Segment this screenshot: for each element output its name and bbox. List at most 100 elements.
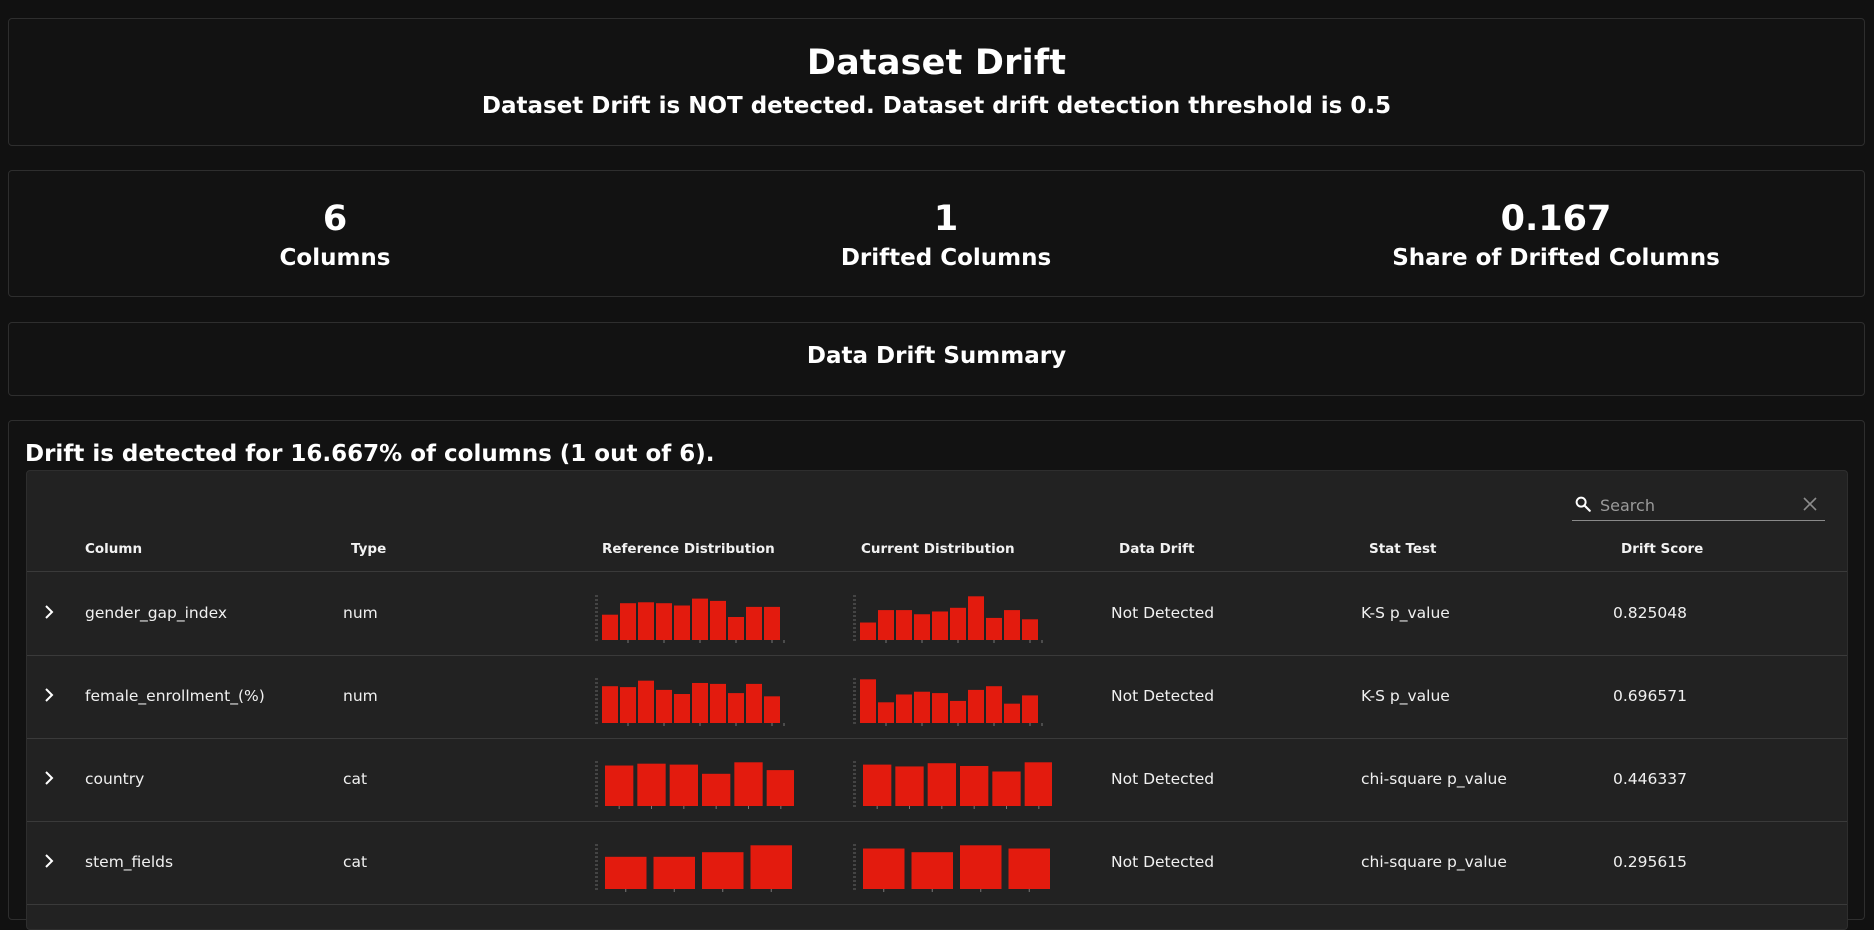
column-name: gender_gap_index xyxy=(85,604,228,622)
counter-drifted-columns: 1 Drifted Columns xyxy=(636,197,1256,274)
distribution-bar xyxy=(728,693,744,723)
table-header: Column Type Reference Distribution Curre… xyxy=(27,539,1847,572)
distribution-bar xyxy=(692,682,708,723)
distribution-bar xyxy=(1004,703,1020,723)
distribution-bar xyxy=(764,606,780,640)
chevron-right-icon[interactable] xyxy=(41,686,57,704)
distribution-bar xyxy=(863,764,892,806)
drift-table-panel: Drift is detected for 16.667% of columns… xyxy=(8,420,1865,930)
distribution-bar xyxy=(674,694,690,723)
counter-value: 0.167 xyxy=(1500,199,1612,239)
stat-test: K-S p_value xyxy=(1361,604,1450,622)
drift-score: 0.446337 xyxy=(1613,770,1687,788)
column-name: female_enrollment_(%) xyxy=(85,687,265,705)
distribution-bar xyxy=(1004,610,1020,640)
distribution-bar xyxy=(992,771,1021,806)
current-distribution-chart xyxy=(853,761,1052,809)
counter-value: 1 xyxy=(933,199,959,239)
header-column[interactable]: Column xyxy=(85,541,142,557)
distribution-bar xyxy=(602,614,618,640)
distribution-bar xyxy=(653,856,695,889)
distribution-bar xyxy=(878,610,894,640)
distribution-bar xyxy=(968,689,984,723)
distribution-bar xyxy=(638,602,654,640)
stat-test: K-S p_value xyxy=(1361,687,1450,705)
search-input[interactable] xyxy=(1600,493,1790,517)
counter-columns: 6 Columns xyxy=(25,197,645,274)
distribution-bar xyxy=(878,702,894,723)
reference-distribution-chart xyxy=(595,844,792,892)
distribution-bar xyxy=(746,683,762,723)
dataset-drift-title: Dataset Drift xyxy=(806,43,1067,83)
reference-distribution-chart xyxy=(595,761,794,809)
column-type: cat xyxy=(343,770,368,788)
close-icon[interactable] xyxy=(1803,497,1817,511)
drift-description: Drift is detected for 16.667% of columns… xyxy=(25,441,715,467)
reference-distribution-chart xyxy=(595,595,785,643)
distribution-bar xyxy=(728,617,744,640)
search-icon xyxy=(1575,496,1591,512)
header-type[interactable]: Type xyxy=(351,541,386,557)
reference-distribution-chart xyxy=(595,678,785,726)
distribution-bar xyxy=(674,605,690,640)
distribution-bar xyxy=(911,852,953,889)
table-row[interactable]: female_enrollment_(%) num Not Detected K… xyxy=(27,656,1847,739)
distribution-bar xyxy=(656,689,672,723)
distribution-bar xyxy=(863,848,905,889)
header-reference-distribution[interactable]: Reference Distribution xyxy=(602,541,775,557)
stat-test: chi-square p_value xyxy=(1361,853,1507,871)
current-distribution-chart xyxy=(853,678,1043,726)
distribution-bar xyxy=(914,614,930,640)
distribution-bar xyxy=(932,693,948,723)
distribution-bar xyxy=(960,845,1002,889)
header-current-distribution[interactable]: Current Distribution xyxy=(861,541,1015,557)
distribution-bar xyxy=(702,852,744,889)
dataset-drift-subtitle: Dataset Drift is NOT detected. Dataset d… xyxy=(481,93,1392,119)
distribution-bar xyxy=(950,700,966,723)
header-stat-test[interactable]: Stat Test xyxy=(1369,541,1437,557)
table-row[interactable]: gender_gap_index num Not Detected K-S p_… xyxy=(27,573,1847,656)
distribution-bar xyxy=(734,762,763,806)
column-type: num xyxy=(343,604,378,622)
header-data-drift[interactable]: Data Drift xyxy=(1119,541,1194,557)
dataset-drift-panel: Dataset Drift Dataset Drift is NOT detec… xyxy=(8,18,1865,146)
distribution-bar xyxy=(968,596,984,640)
search-box[interactable] xyxy=(1572,491,1825,521)
table-row[interactable]: stem_fields cat Not Detected chi-square … xyxy=(27,822,1847,905)
distribution-bar xyxy=(710,683,726,723)
distribution-bar xyxy=(932,611,948,640)
distribution-bar xyxy=(605,765,634,806)
distribution-bar xyxy=(860,679,876,723)
distribution-bar xyxy=(638,680,654,723)
counter-label: Drifted Columns xyxy=(840,245,1052,271)
table-row[interactable]: country cat Not Detected chi-square p_va… xyxy=(27,739,1847,822)
distribution-bar xyxy=(950,607,966,640)
distribution-bar xyxy=(656,603,672,640)
distribution-bar xyxy=(960,765,989,806)
distribution-bar xyxy=(1008,848,1050,889)
stat-test: chi-square p_value xyxy=(1361,770,1507,788)
chevron-right-icon[interactable] xyxy=(41,603,57,621)
distribution-bar xyxy=(605,856,647,889)
distribution-bar xyxy=(860,622,876,640)
column-name: country xyxy=(85,770,145,788)
distribution-bar xyxy=(986,617,1002,640)
distribution-bar xyxy=(927,763,956,806)
data-drift-status: Not Detected xyxy=(1111,604,1215,622)
distribution-bar xyxy=(746,606,762,640)
chevron-right-icon[interactable] xyxy=(41,852,57,870)
header-drift-score[interactable]: Drift Score xyxy=(1621,541,1703,557)
column-type: cat xyxy=(343,853,368,871)
distribution-bar xyxy=(895,766,924,806)
distribution-bar xyxy=(602,686,618,723)
counter-share-drifted: 0.167 Share of Drifted Columns xyxy=(1246,197,1866,274)
drift-score: 0.825048 xyxy=(1613,604,1687,622)
summary-title: Data Drift Summary xyxy=(806,343,1067,369)
data-drift-status: Not Detected xyxy=(1111,770,1215,788)
current-distribution-chart xyxy=(853,844,1050,892)
distribution-bar xyxy=(620,687,636,723)
drift-table: Column Type Reference Distribution Curre… xyxy=(26,470,1848,930)
counter-label: Columns xyxy=(279,245,391,271)
distribution-bar xyxy=(669,764,698,806)
chevron-right-icon[interactable] xyxy=(41,769,57,787)
